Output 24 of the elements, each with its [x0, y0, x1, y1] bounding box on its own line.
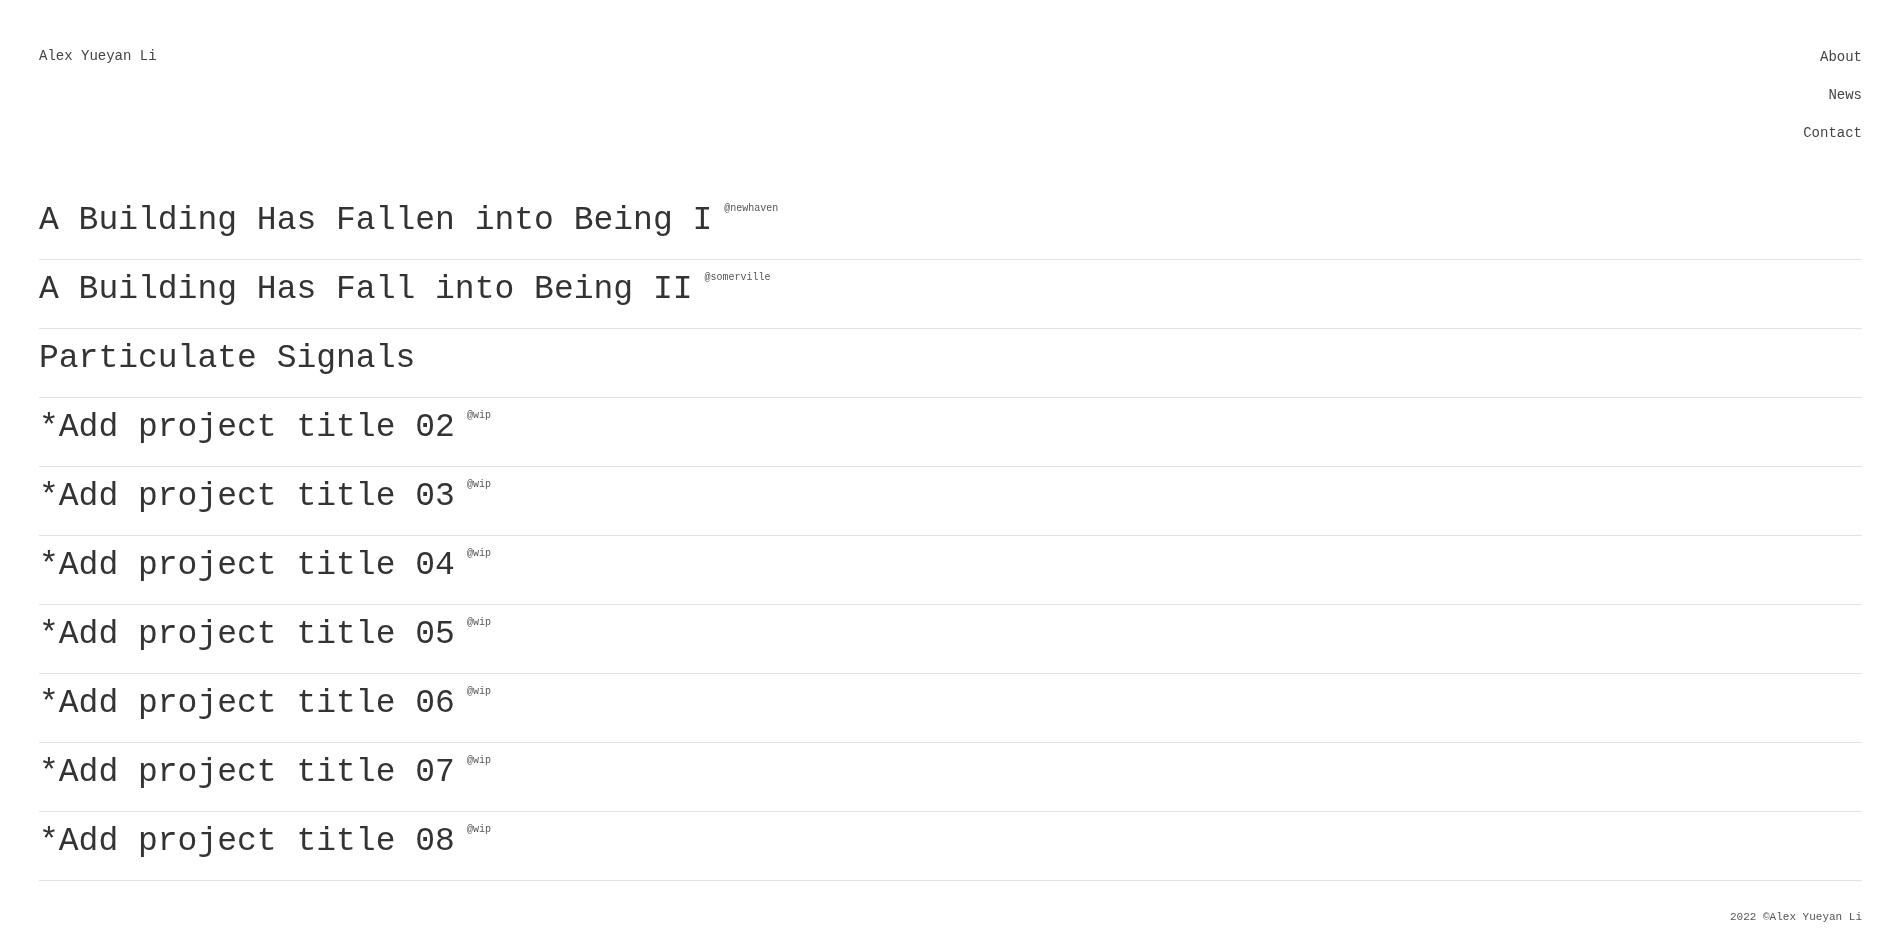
location-tag: @wip: [466, 755, 491, 766]
nav-link[interactable]: About: [1820, 48, 1862, 66]
location-tag: @wip: [466, 410, 491, 421]
location-tag: @wip: [466, 824, 491, 835]
project-title-link[interactable]: A Building Has Fallen into Being I: [39, 201, 713, 241]
location-tag: @newhaven: [724, 203, 779, 214]
project-title-link[interactable]: Particulate Signals: [39, 339, 416, 379]
location-tag: @wip: [466, 479, 491, 490]
project-title-link[interactable]: *Add project title 07: [39, 753, 455, 793]
site-name-link[interactable]: Alex Yueyan Li: [39, 48, 157, 64]
copyright-text: 2022 ©Alex Yueyan Li: [1729, 911, 1862, 923]
nav-link[interactable]: Contact: [1803, 124, 1862, 142]
location-tag: @somerville: [704, 272, 771, 283]
project-title-link[interactable]: *Add project title 04: [39, 546, 455, 586]
location-tag: @wip: [466, 617, 491, 628]
project-title-link[interactable]: *Add project title 05: [39, 615, 455, 655]
location-tag: @wip: [466, 686, 491, 697]
project-title-link[interactable]: A Building Has Fall into Being II: [39, 270, 693, 310]
project-title-link[interactable]: *Add project title 02: [39, 408, 455, 448]
project-title-link[interactable]: *Add project title 06: [39, 684, 455, 724]
location-tag: @wip: [466, 548, 491, 559]
project-title-link[interactable]: *Add project title 03: [39, 477, 455, 517]
project-title-link[interactable]: *Add project title 08: [39, 822, 455, 862]
nav-link[interactable]: News: [1828, 86, 1862, 104]
